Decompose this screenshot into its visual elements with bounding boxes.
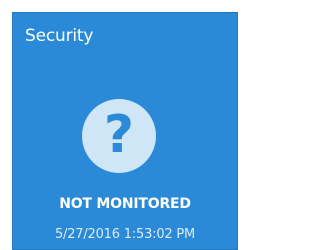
tile-title: Security	[25, 26, 94, 46]
security-tile[interactable]: Security ? NOT MONITORED 5/27/2016 1:53:…	[12, 12, 238, 250]
question-mark-icon: ?	[82, 99, 156, 173]
timestamp: 5/27/2016 1:53:02 PM	[54, 227, 196, 242]
status-text: NOT MONITORED	[59, 196, 191, 212]
question-mark-glyph: ?	[103, 105, 135, 165]
